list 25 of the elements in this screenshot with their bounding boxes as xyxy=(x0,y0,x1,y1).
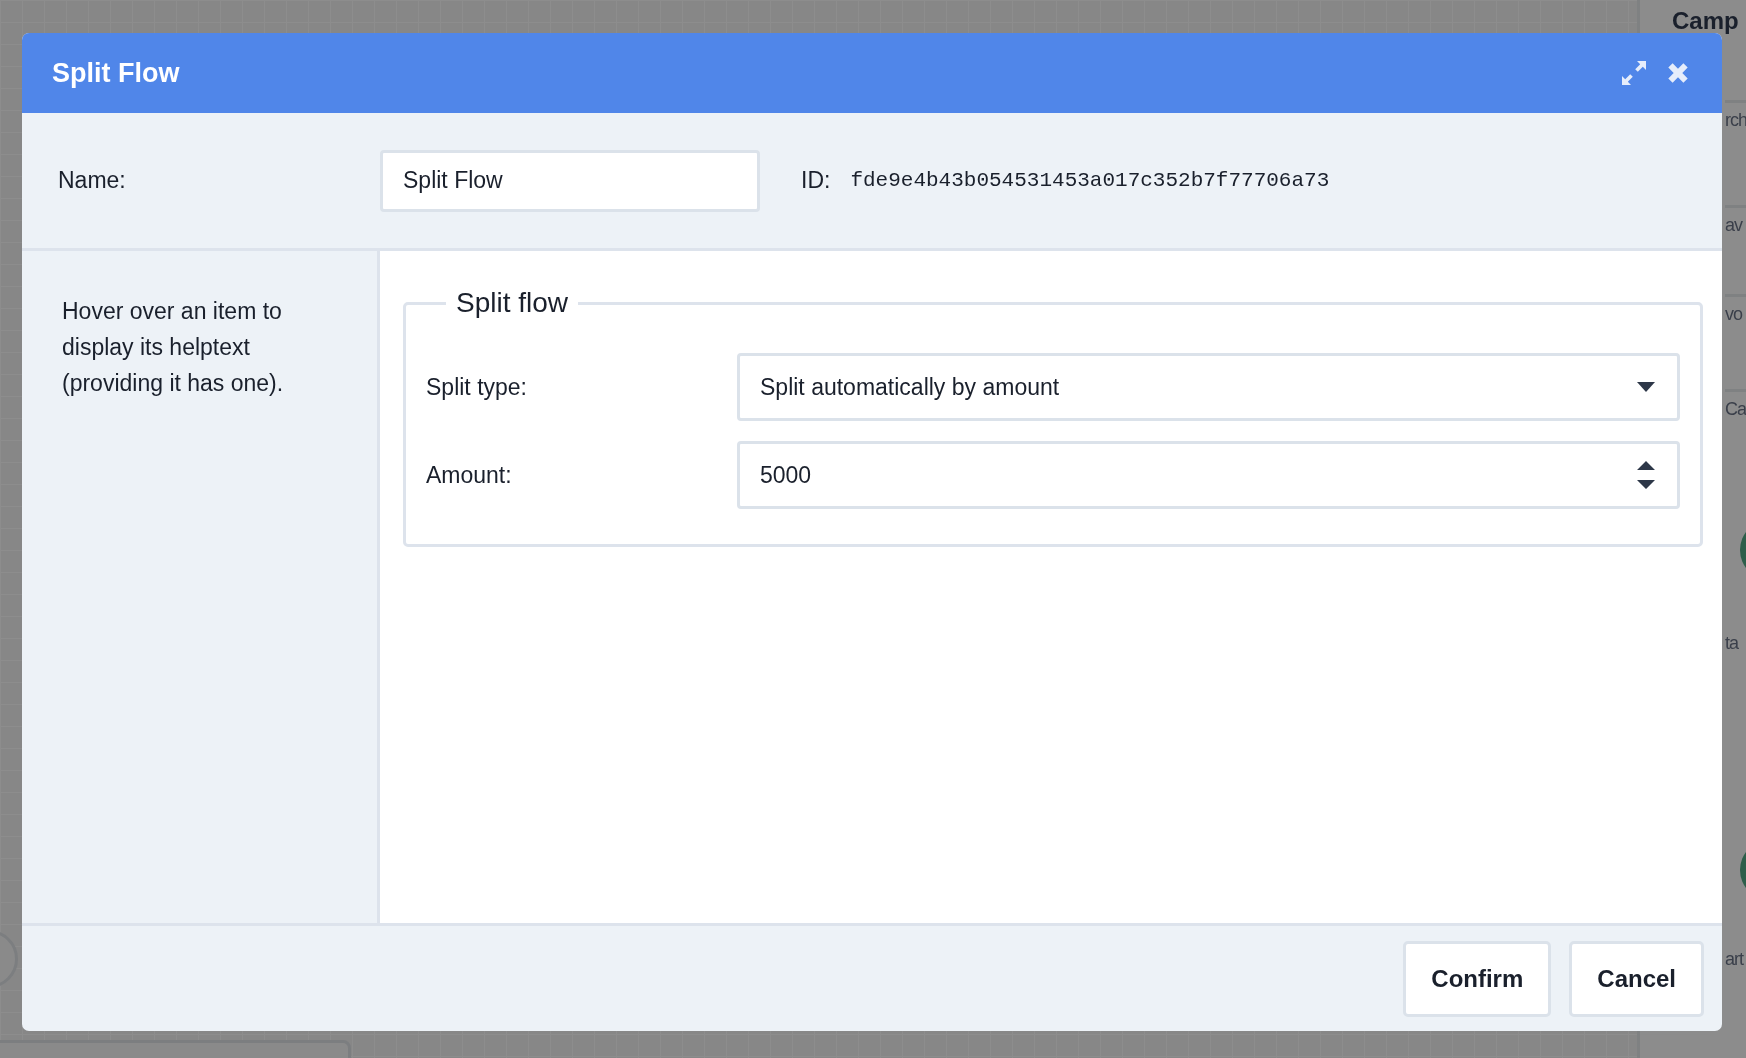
helptext: Hover over an item to display its helptext (providing it has one). xyxy=(62,297,285,398)
fieldset-legend: Split flow xyxy=(446,287,579,319)
panel-text: Ca xyxy=(1725,398,1746,420)
panel-text: vo xyxy=(1725,303,1742,325)
amount-field[interactable]: 5000 xyxy=(737,441,1680,509)
split-type-dropdown[interactable]: Split automatically by amount xyxy=(737,353,1680,421)
field-label: Amount: xyxy=(426,461,513,489)
id-label: ID: xyxy=(801,167,831,194)
panel-text: av xyxy=(1725,214,1742,236)
caret-icon xyxy=(1637,382,1655,392)
cancel-button[interactable]: Cancel xyxy=(1569,940,1704,1017)
field-label: Split type: xyxy=(426,373,528,401)
panel-text: ta xyxy=(1725,632,1738,654)
panel-text: rch xyxy=(1725,109,1746,131)
panel-title: Camp xyxy=(1672,7,1739,35)
panel-text: art xyxy=(1725,948,1743,970)
field-value: 5000 xyxy=(760,461,812,489)
spinner-icon[interactable] xyxy=(1637,461,1655,489)
dropdown-value: Split automatically by amount xyxy=(760,373,1060,401)
expand-icon[interactable] xyxy=(1620,59,1648,87)
id-value: fde9e4b43b054531453a017c352b7f77706a73 xyxy=(850,169,1330,192)
confirm-button[interactable]: Confirm xyxy=(1403,940,1552,1017)
name-field[interactable]: Split Flow xyxy=(380,149,760,212)
dialog-title: Split Flow xyxy=(52,57,180,89)
name-label: Name: xyxy=(58,167,127,194)
